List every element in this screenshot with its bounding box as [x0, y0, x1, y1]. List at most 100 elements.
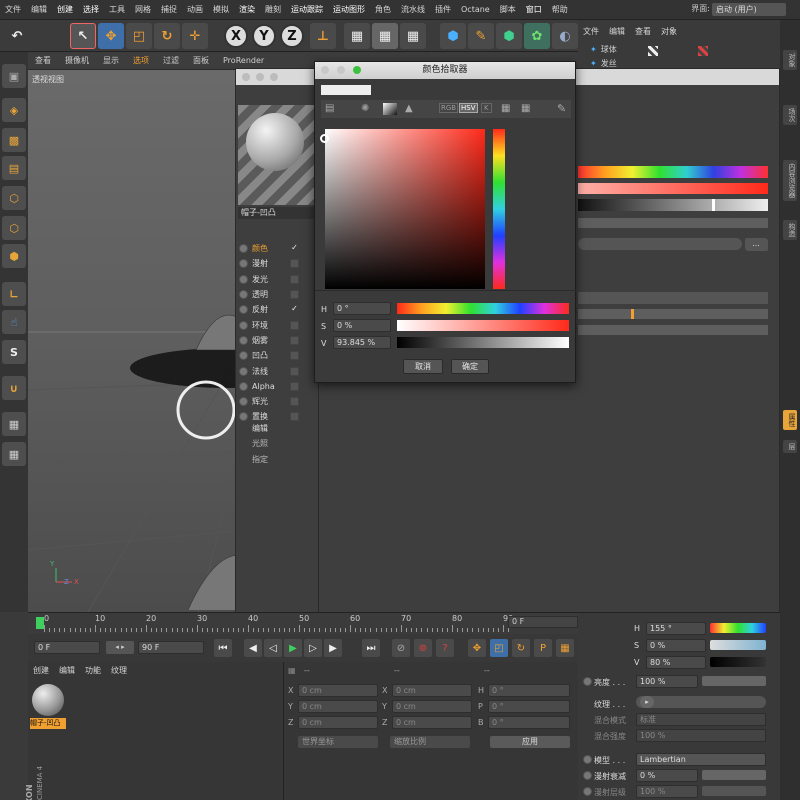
- close-dot[interactable]: [242, 73, 250, 81]
- object-menu-item[interactable]: 编辑: [604, 26, 630, 37]
- apply-button[interactable]: 应用: [490, 736, 570, 748]
- h-field[interactable]: 0 °: [333, 302, 391, 315]
- menu-item[interactable]: 网格: [130, 4, 156, 15]
- layout-select[interactable]: 启动 (用户): [712, 3, 786, 16]
- world-select[interactable]: 世界坐标: [298, 736, 378, 748]
- channel-checkbox[interactable]: [290, 259, 299, 269]
- right-tab[interactable]: 对象: [783, 50, 797, 70]
- goto-start-icon[interactable]: ⏮: [214, 639, 232, 657]
- snap-icon[interactable]: S: [2, 340, 26, 364]
- viewport-menu-item[interactable]: 选项: [126, 55, 156, 66]
- channel-radio[interactable]: [239, 320, 248, 330]
- material-thumbnail-label[interactable]: 帽子-凹凸: [30, 718, 66, 729]
- channel-radio[interactable]: [239, 290, 248, 300]
- channel-radio[interactable]: [239, 381, 248, 391]
- menu-item[interactable]: 雕刻: [260, 4, 286, 15]
- material-menu-item[interactable]: 纹理: [106, 665, 132, 676]
- viewport-menu-item[interactable]: 显示: [96, 55, 126, 66]
- image-mode-icon[interactable]: ▲: [405, 103, 413, 114]
- zoom-dot[interactable]: [270, 73, 278, 81]
- section-label[interactable]: 指定: [252, 452, 268, 467]
- material-thumbnail[interactable]: [32, 684, 64, 716]
- right-tab[interactable]: 场次: [783, 105, 797, 125]
- v-field[interactable]: 93.845 %: [333, 336, 391, 349]
- autokey-icon[interactable]: ?: [436, 639, 454, 657]
- channel-row[interactable]: 漫射: [238, 256, 318, 271]
- channel-radio[interactable]: [239, 305, 248, 315]
- channel-row[interactable]: 透明: [238, 287, 318, 302]
- channel-radio[interactable]: [239, 397, 248, 407]
- channel-row[interactable]: 法线: [238, 363, 318, 378]
- start-frame-field[interactable]: 0 F: [34, 641, 100, 654]
- material-menu-item[interactable]: 编辑: [54, 665, 80, 676]
- coord-size-field[interactable]: 0 cm: [392, 684, 472, 697]
- select-tool-icon[interactable]: ↖: [70, 23, 96, 49]
- channel-radio[interactable]: [239, 259, 248, 269]
- menu-item[interactable]: 运动跟踪: [286, 4, 328, 15]
- rotate-tool-icon[interactable]: ↻: [154, 23, 180, 49]
- coordinate-system-icon[interactable]: ⊥: [310, 23, 336, 49]
- rotate-key-icon[interactable]: ↻: [512, 639, 530, 657]
- brightness-radio[interactable]: [583, 677, 592, 686]
- edges-mode-icon[interactable]: ⬡: [2, 216, 26, 240]
- move-tool-icon[interactable]: ✥: [98, 23, 124, 49]
- object-row-hair[interactable]: ✦ 发丝: [590, 58, 617, 69]
- h-slider[interactable]: [397, 303, 569, 314]
- next-key-icon[interactable]: ▶: [324, 639, 342, 657]
- sv-picker-handle[interactable]: [320, 134, 329, 143]
- minimize-dot[interactable]: [256, 73, 264, 81]
- menu-item[interactable]: 脚本: [495, 4, 521, 15]
- add-tool-icon[interactable]: ✛: [182, 23, 208, 49]
- render-view-icon[interactable]: ▦: [344, 23, 370, 49]
- material-menu-item[interactable]: 创建: [28, 665, 54, 676]
- wheel-mode-icon[interactable]: ✺: [361, 103, 369, 114]
- texture-mode-icon[interactable]: ▩: [2, 128, 26, 152]
- menu-item[interactable]: 渲染: [234, 4, 260, 15]
- object-menu-item[interactable]: 查看: [630, 26, 656, 37]
- diffuse-level-field[interactable]: 100 %: [636, 785, 698, 798]
- brightness-field[interactable]: 100 %: [636, 675, 698, 688]
- eyedropper-icon[interactable]: ✎: [557, 102, 566, 115]
- axis-mode-icon[interactable]: ∟: [2, 282, 26, 306]
- channel-row[interactable]: 烟雾: [238, 333, 318, 348]
- end-frame-field[interactable]: 90 F: [138, 641, 204, 654]
- channel-checkbox[interactable]: ✓: [290, 244, 299, 253]
- channel-radio[interactable]: [239, 366, 248, 376]
- model-mode-icon[interactable]: ▣: [2, 64, 26, 88]
- ok-button[interactable]: 确定: [451, 359, 489, 374]
- channel-checkbox[interactable]: [290, 274, 299, 284]
- play-icon[interactable]: ▶: [284, 639, 302, 657]
- z-axis-lock-icon[interactable]: Z: [280, 24, 304, 48]
- channel-row[interactable]: 置换: [238, 409, 318, 424]
- right-tab[interactable]: 内容浏览器: [783, 160, 797, 201]
- menu-item[interactable]: 工具: [104, 4, 130, 15]
- falloff-radio[interactable]: [583, 771, 592, 780]
- cancel-button[interactable]: 取消: [403, 359, 443, 374]
- record-off-icon[interactable]: ⊘: [392, 639, 410, 657]
- texture-field-bg[interactable]: [578, 238, 742, 250]
- scale-key-icon[interactable]: ◰: [490, 639, 508, 657]
- attr-s-field[interactable]: 0 %: [646, 639, 706, 652]
- tweak-mode-icon[interactable]: ☝: [2, 310, 26, 334]
- coord-position-field[interactable]: 0 cm: [298, 716, 378, 729]
- channel-row[interactable]: 发光: [238, 272, 318, 287]
- viewport-menu-item[interactable]: 摄像机: [58, 55, 96, 66]
- attr-h-field[interactable]: 155 °: [646, 622, 706, 635]
- section-label[interactable]: 光照: [252, 436, 268, 451]
- saturation-value-field[interactable]: [320, 129, 485, 289]
- attr-s-slider[interactable]: [710, 640, 766, 650]
- object-row-sphere[interactable]: ✦ 球体: [590, 44, 617, 55]
- y-axis-lock-icon[interactable]: Y: [252, 24, 276, 48]
- material-tag-icon[interactable]: [648, 46, 658, 56]
- channel-checkbox[interactable]: [290, 335, 299, 345]
- brightness-slider[interactable]: [702, 676, 766, 686]
- diffuse-level-slider[interactable]: [702, 786, 766, 796]
- picker-close-dot[interactable]: [321, 66, 329, 74]
- diffuse-falloff-field[interactable]: 0 %: [636, 769, 698, 782]
- scale-select[interactable]: 缩放比例: [390, 736, 470, 748]
- viewport-menu-item[interactable]: 面板: [186, 55, 216, 66]
- channel-checkbox[interactable]: [290, 397, 299, 407]
- texture-field[interactable]: ▸: [636, 696, 766, 708]
- render-picture-viewer-icon[interactable]: ▦: [372, 23, 398, 49]
- texture-tag-icon[interactable]: [698, 46, 708, 56]
